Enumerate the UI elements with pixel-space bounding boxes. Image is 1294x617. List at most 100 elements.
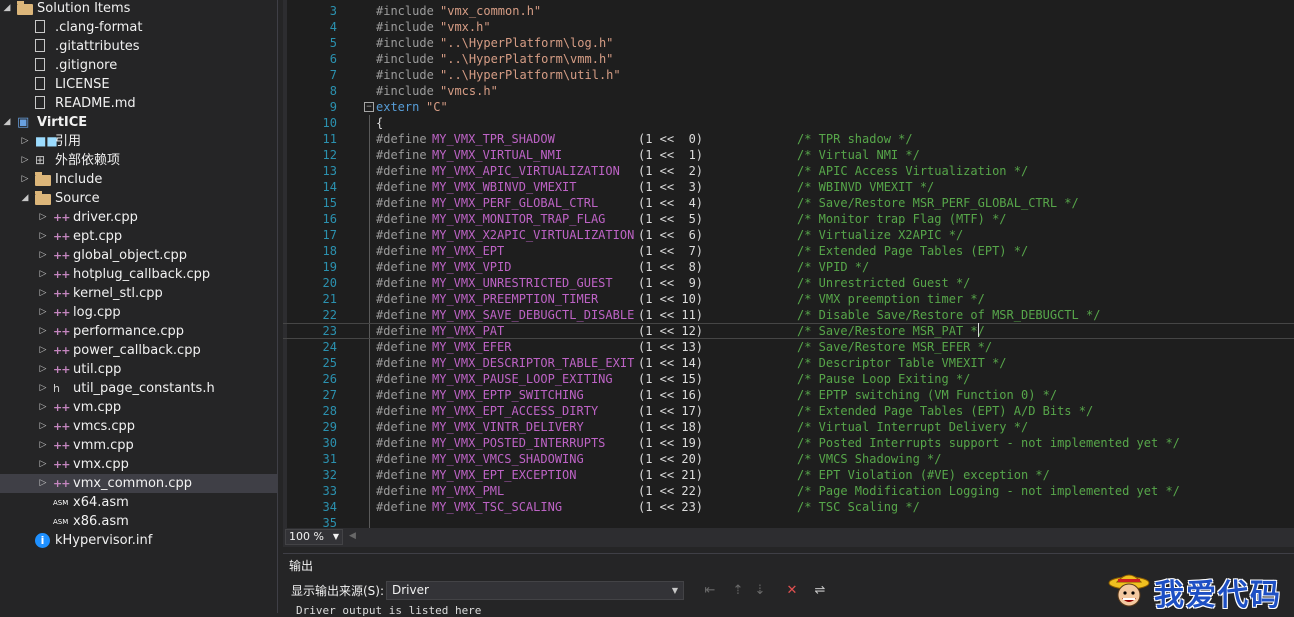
code-line[interactable]: 7 #include "..\HyperPlatform\util.h" <box>283 67 1294 83</box>
collapsed-arrow-icon[interactable]: ▷ <box>37 208 49 227</box>
code-line[interactable]: 8 #include "vmcs.h" <box>283 83 1294 99</box>
tree-item[interactable]: ▷ ++ util.cpp <box>0 360 277 379</box>
code-line[interactable]: 27 #define MY_VMX_EPTP_SWITCHING (1 << 16) /… <box>283 387 1294 403</box>
tree-item[interactable]: ▷ ++ vmx.cpp <box>0 455 277 474</box>
code-line[interactable]: 14 #define MY_VMX_WBINVD_VMEXIT (1 << 3) /* … <box>283 179 1294 195</box>
tree-item[interactable]: ◢ Source <box>0 189 277 208</box>
tree-item[interactable]: ASM x64.asm <box>0 493 277 512</box>
tree-item[interactable]: ▷ ++ global_object.cpp <box>0 246 277 265</box>
code-line[interactable]: 6 #include "..\HyperPlatform\vmm.h" <box>283 51 1294 67</box>
tree-item[interactable]: README.md <box>0 94 277 113</box>
collapsed-arrow-icon[interactable]: ▷ <box>37 379 49 398</box>
collapsed-arrow-icon[interactable]: ▷ <box>37 436 49 455</box>
tree-item[interactable]: ▷ ++ vmm.cpp <box>0 436 277 455</box>
tree-item[interactable]: LICENSE <box>0 75 277 94</box>
line-number: 28 <box>322 404 337 418</box>
code-line[interactable]: 24 #define MY_VMX_EFER (1 << 13) /* Save/Res… <box>283 339 1294 355</box>
tree-item[interactable]: ▷ ++ kernel_stl.cpp <box>0 284 277 303</box>
expanded-arrow-icon[interactable]: ◢ <box>1 0 13 18</box>
code-line[interactable]: 18 #define MY_VMX_EPT (1 << 7) /* Extended P… <box>283 243 1294 259</box>
code-line[interactable]: 26 #define MY_VMX_PAUSE_LOOP_EXITING (1 << … <box>283 371 1294 387</box>
collapsed-arrow-icon[interactable]: ▷ <box>37 360 49 379</box>
code-line[interactable]: 4 #include "vmx.h" <box>283 19 1294 35</box>
word-wrap-icon[interactable]: ⇌ <box>811 582 829 600</box>
zoom-dropdown[interactable]: 100 % ▼ <box>285 529 343 545</box>
collapsed-arrow-icon[interactable]: ▷ <box>37 303 49 322</box>
collapse-region-icon[interactable]: − <box>364 102 374 112</box>
tree-item[interactable]: ▷ ++ vmx_common.cpp <box>0 474 277 493</box>
tree-item[interactable]: ▷ ++ driver.cpp <box>0 208 277 227</box>
code-line[interactable]: 35 <box>283 515 1294 528</box>
code-line[interactable]: 15 #define MY_VMX_PERF_GLOBAL_CTRL (1 << 4)… <box>283 195 1294 211</box>
previous-message-icon[interactable]: ⇡ <box>729 582 747 600</box>
code-line[interactable]: 21 #define MY_VMX_PREEMPTION_TIMER (1 << 10… <box>283 291 1294 307</box>
tree-item[interactable]: ▷ ++ ept.cpp <box>0 227 277 246</box>
tree-item[interactable]: ▷ ++ vm.cpp <box>0 398 277 417</box>
tree-item[interactable]: ▷ ■■ 引用 <box>0 132 277 151</box>
code-line[interactable]: 33 #define MY_VMX_PML (1 << 22) /* Page Modi… <box>283 483 1294 499</box>
collapsed-arrow-icon[interactable]: ▷ <box>19 132 31 151</box>
code-line[interactable]: 16 #define MY_VMX_MONITOR_TRAP_FLAG (1 << 5… <box>283 211 1294 227</box>
tree-item[interactable]: ▷ ++ performance.cpp <box>0 322 277 341</box>
clear-all-icon[interactable]: ✕ <box>783 582 801 600</box>
tree-item[interactable]: ▷ h util_page_constants.h <box>0 379 277 398</box>
collapsed-arrow-icon[interactable]: ▷ <box>19 151 31 170</box>
collapsed-arrow-icon[interactable]: ▷ <box>19 170 31 189</box>
collapsed-arrow-icon[interactable]: ▷ <box>37 455 49 474</box>
collapsed-arrow-icon[interactable]: ▷ <box>37 284 49 303</box>
code-line[interactable]: 19 #define MY_VMX_VPID (1 << 8) /* VPID */ <box>283 259 1294 275</box>
output-source-dropdown[interactable]: Driver ▼ <box>386 581 684 600</box>
preprocessor-keyword: #define <box>376 180 427 194</box>
find-message-in-code-icon[interactable]: ⇤ <box>701 582 719 600</box>
tree-item[interactable]: ▷ ++ log.cpp <box>0 303 277 322</box>
collapsed-arrow-icon[interactable]: ▷ <box>37 265 49 284</box>
preprocessor-keyword: #define <box>376 196 427 210</box>
code-line[interactable]: 25 #define MY_VMX_DESCRIPTOR_TABLE_EXIT (1 … <box>283 355 1294 371</box>
expanded-arrow-icon[interactable]: ◢ <box>19 189 31 208</box>
expanded-arrow-icon[interactable]: ◢ <box>1 113 13 132</box>
code-line[interactable]: 17 #define MY_VMX_X2APIC_VIRTUALIZATION (1 … <box>283 227 1294 243</box>
code-line[interactable]: 31 #define MY_VMX_VMCS_SHADOWING (1 << 20) /… <box>283 451 1294 467</box>
code-line[interactable]: 11 #define MY_VMX_TPR_SHADOW (1 << 0) /* TPR… <box>283 131 1294 147</box>
code-line[interactable]: 13 #define MY_VMX_APIC_VIRTUALIZATION (1 <<… <box>283 163 1294 179</box>
collapsed-arrow-icon[interactable]: ▷ <box>37 246 49 265</box>
collapsed-arrow-icon[interactable]: ▷ <box>37 322 49 341</box>
code-line[interactable]: 28 #define MY_VMX_EPT_ACCESS_DIRTY (1 << 17… <box>283 403 1294 419</box>
tree-item[interactable]: ◢ Solution Items <box>0 0 277 18</box>
code-line[interactable]: 22 #define MY_VMX_SAVE_DEBUGCTL_DISABLE (1 … <box>283 307 1294 323</box>
tree-item[interactable]: .gitignore <box>0 56 277 75</box>
tree-item[interactable]: ASM x86.asm <box>0 512 277 531</box>
tree-item-label: driver.cpp <box>73 210 138 225</box>
tree-item[interactable]: ▷ ++ hotplug_callback.cpp <box>0 265 277 284</box>
code-line[interactable]: 12 #define MY_VMX_VIRTUAL_NMI (1 << 1) /* Vi… <box>283 147 1294 163</box>
collapsed-arrow-icon[interactable]: ▷ <box>37 341 49 360</box>
code-line[interactable]: 3 #include "vmx_common.h" <box>283 3 1294 19</box>
asm-file-icon: ASM <box>53 499 69 507</box>
code-line[interactable]: 23 #define MY_VMX_PAT (1 << 12) /* Save/Rest… <box>283 323 1294 339</box>
line-number: 16 <box>322 212 337 226</box>
code-line[interactable]: 9 − extern "C" <box>283 99 1294 115</box>
collapsed-arrow-icon[interactable]: ▷ <box>37 474 49 493</box>
code-line[interactable]: 20 #define MY_VMX_UNRESTRICTED_GUEST (1 << … <box>283 275 1294 291</box>
collapsed-arrow-icon[interactable]: ▷ <box>37 398 49 417</box>
code-line[interactable]: 30 #define MY_VMX_POSTED_INTERRUPTS (1 << 1… <box>283 435 1294 451</box>
collapsed-arrow-icon[interactable]: ▷ <box>37 227 49 246</box>
scroll-left-icon[interactable]: ◀ <box>349 531 356 541</box>
tree-item[interactable]: .clang-format <box>0 18 277 37</box>
tree-item[interactable]: ▷ ⊞ 外部依赖项 <box>0 151 277 170</box>
code-line[interactable]: 5 #include "..\HyperPlatform\log.h" <box>283 35 1294 51</box>
code-line[interactable]: 34 #define MY_VMX_TSC_SCALING (1 << 23) /* T… <box>283 499 1294 515</box>
tree-item[interactable]: ◢ ▣ VirtICE <box>0 113 277 132</box>
collapsed-arrow-icon[interactable]: ▷ <box>37 417 49 436</box>
tree-item[interactable]: ▷ ++ power_callback.cpp <box>0 341 277 360</box>
code-editor[interactable]: 3 #include "vmx_common.h" 4 #include "vmx.h" 5… <box>283 0 1294 528</box>
cpp-file-icon: ++ <box>53 363 70 376</box>
tree-item[interactable]: ▷ ++ vmcs.cpp <box>0 417 277 436</box>
tree-item[interactable]: .gitattributes <box>0 37 277 56</box>
code-line[interactable]: 32 #define MY_VMX_EPT_EXCEPTION (1 << 21) /*… <box>283 467 1294 483</box>
code-line[interactable]: 29 #define MY_VMX_VINTR_DELIVERY (1 << 18) /… <box>283 419 1294 435</box>
tree-item[interactable]: i kHypervisor.inf <box>0 531 277 550</box>
next-message-icon[interactable]: ⇣ <box>751 582 769 600</box>
tree-item[interactable]: ▷ Include <box>0 170 277 189</box>
code-line[interactable]: 10 { <box>283 115 1294 131</box>
